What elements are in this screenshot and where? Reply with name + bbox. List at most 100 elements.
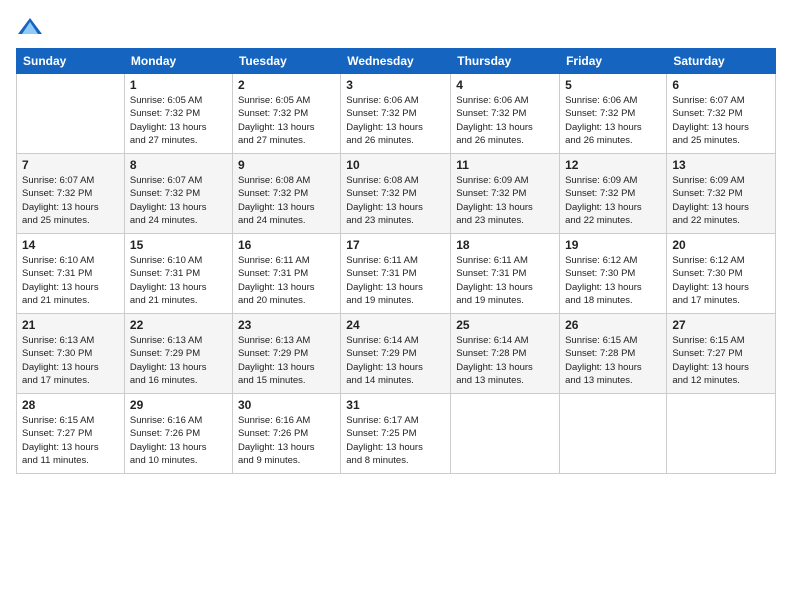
calendar-cell (451, 394, 560, 474)
day-info: Sunrise: 6:07 AM Sunset: 7:32 PM Dayligh… (22, 174, 119, 227)
day-info: Sunrise: 6:07 AM Sunset: 7:32 PM Dayligh… (130, 174, 227, 227)
calendar-cell: 2 Sunrise: 6:05 AM Sunset: 7:32 PM Daylig… (232, 74, 340, 154)
calendar-cell: 26 Sunrise: 6:15 AM Sunset: 7:28 PM Dayli… (560, 314, 667, 394)
logo (16, 16, 48, 38)
calendar-cell: 12 Sunrise: 6:09 AM Sunset: 7:32 PM Dayli… (560, 154, 667, 234)
page-container: SundayMondayTuesdayWednesdayThursdayFrid… (0, 0, 792, 482)
day-info: Sunrise: 6:08 AM Sunset: 7:32 PM Dayligh… (346, 174, 445, 227)
day-info: Sunrise: 6:15 AM Sunset: 7:28 PM Dayligh… (565, 334, 661, 387)
day-info: Sunrise: 6:09 AM Sunset: 7:32 PM Dayligh… (565, 174, 661, 227)
day-info: Sunrise: 6:09 AM Sunset: 7:32 PM Dayligh… (672, 174, 770, 227)
day-number: 8 (130, 158, 227, 172)
calendar-table: SundayMondayTuesdayWednesdayThursdayFrid… (16, 48, 776, 474)
calendar-cell: 31Sunrise: 6:17 AM Sunset: 7:25 PM Dayli… (341, 394, 451, 474)
day-number: 5 (565, 78, 661, 92)
calendar-cell: 7 Sunrise: 6:07 AM Sunset: 7:32 PM Daylig… (17, 154, 125, 234)
day-number: 3 (346, 78, 445, 92)
day-number: 18 (456, 238, 554, 252)
calendar-cell: 25 Sunrise: 6:14 AM Sunset: 7:28 PM Dayli… (451, 314, 560, 394)
day-number: 4 (456, 78, 554, 92)
calendar-week-4: 21 Sunrise: 6:13 AM Sunset: 7:30 PM Dayli… (17, 314, 776, 394)
day-number: 24 (346, 318, 445, 332)
weekday-header-saturday: Saturday (667, 49, 776, 74)
day-info: Sunrise: 6:14 AM Sunset: 7:28 PM Dayligh… (456, 334, 554, 387)
day-number: 23 (238, 318, 335, 332)
day-info: Sunrise: 6:08 AM Sunset: 7:32 PM Dayligh… (238, 174, 335, 227)
calendar-body: 1 Sunrise: 6:05 AM Sunset: 7:32 PM Daylig… (17, 74, 776, 474)
calendar-cell: 30Sunrise: 6:16 AM Sunset: 7:26 PM Dayli… (232, 394, 340, 474)
day-info: Sunrise: 6:10 AM Sunset: 7:31 PM Dayligh… (22, 254, 119, 307)
day-info: Sunrise: 6:05 AM Sunset: 7:32 PM Dayligh… (238, 94, 335, 147)
day-number: 21 (22, 318, 119, 332)
calendar-cell (560, 394, 667, 474)
day-info: Sunrise: 6:06 AM Sunset: 7:32 PM Dayligh… (565, 94, 661, 147)
calendar-cell: 4 Sunrise: 6:06 AM Sunset: 7:32 PM Daylig… (451, 74, 560, 154)
day-number: 10 (346, 158, 445, 172)
day-info: Sunrise: 6:13 AM Sunset: 7:29 PM Dayligh… (238, 334, 335, 387)
calendar-cell: 22 Sunrise: 6:13 AM Sunset: 7:29 PM Dayli… (124, 314, 232, 394)
day-number: 30 (238, 398, 335, 412)
day-info: Sunrise: 6:06 AM Sunset: 7:32 PM Dayligh… (346, 94, 445, 147)
day-number: 19 (565, 238, 661, 252)
day-number: 16 (238, 238, 335, 252)
day-number: 7 (22, 158, 119, 172)
day-number: 29 (130, 398, 227, 412)
calendar-cell: 8 Sunrise: 6:07 AM Sunset: 7:32 PM Daylig… (124, 154, 232, 234)
day-info: Sunrise: 6:16 AM Sunset: 7:26 PM Dayligh… (130, 414, 227, 467)
day-number: 14 (22, 238, 119, 252)
day-number: 25 (456, 318, 554, 332)
day-info: Sunrise: 6:13 AM Sunset: 7:30 PM Dayligh… (22, 334, 119, 387)
day-info: Sunrise: 6:13 AM Sunset: 7:29 PM Dayligh… (130, 334, 227, 387)
weekday-header-wednesday: Wednesday (341, 49, 451, 74)
day-info: Sunrise: 6:10 AM Sunset: 7:31 PM Dayligh… (130, 254, 227, 307)
calendar-cell: 24 Sunrise: 6:14 AM Sunset: 7:29 PM Dayli… (341, 314, 451, 394)
calendar-cell: 23 Sunrise: 6:13 AM Sunset: 7:29 PM Dayli… (232, 314, 340, 394)
calendar-cell: 20Sunrise: 6:12 AM Sunset: 7:30 PM Dayli… (667, 234, 776, 314)
calendar-cell: 16 Sunrise: 6:11 AM Sunset: 7:31 PM Dayli… (232, 234, 340, 314)
day-info: Sunrise: 6:11 AM Sunset: 7:31 PM Dayligh… (238, 254, 335, 307)
day-info: Sunrise: 6:12 AM Sunset: 7:30 PM Dayligh… (565, 254, 661, 307)
day-number: 26 (565, 318, 661, 332)
day-info: Sunrise: 6:17 AM Sunset: 7:25 PM Dayligh… (346, 414, 445, 467)
day-number: 11 (456, 158, 554, 172)
calendar-cell: 14 Sunrise: 6:10 AM Sunset: 7:31 PM Dayli… (17, 234, 125, 314)
day-number: 17 (346, 238, 445, 252)
calendar-cell: 27 Sunrise: 6:15 AM Sunset: 7:27 PM Dayli… (667, 314, 776, 394)
weekday-header-monday: Monday (124, 49, 232, 74)
calendar-cell: 17Sunrise: 6:11 AM Sunset: 7:31 PM Dayli… (341, 234, 451, 314)
day-number: 1 (130, 78, 227, 92)
calendar-cell: 1Sunrise: 6:05 AM Sunset: 7:32 PM Daylig… (124, 74, 232, 154)
weekday-header-tuesday: Tuesday (232, 49, 340, 74)
calendar-week-2: 7 Sunrise: 6:07 AM Sunset: 7:32 PM Daylig… (17, 154, 776, 234)
day-info: Sunrise: 6:15 AM Sunset: 7:27 PM Dayligh… (22, 414, 119, 467)
calendar-week-3: 14 Sunrise: 6:10 AM Sunset: 7:31 PM Dayli… (17, 234, 776, 314)
day-number: 15 (130, 238, 227, 252)
day-info: Sunrise: 6:11 AM Sunset: 7:31 PM Dayligh… (456, 254, 554, 307)
calendar-cell: 18 Sunrise: 6:11 AM Sunset: 7:31 PM Dayli… (451, 234, 560, 314)
weekday-header-friday: Friday (560, 49, 667, 74)
calendar-cell (17, 74, 125, 154)
calendar-week-5: 28Sunrise: 6:15 AM Sunset: 7:27 PM Dayli… (17, 394, 776, 474)
day-info: Sunrise: 6:14 AM Sunset: 7:29 PM Dayligh… (346, 334, 445, 387)
header (16, 16, 776, 38)
day-info: Sunrise: 6:07 AM Sunset: 7:32 PM Dayligh… (672, 94, 770, 147)
day-number: 2 (238, 78, 335, 92)
calendar-header: SundayMondayTuesdayWednesdayThursdayFrid… (17, 49, 776, 74)
calendar-cell: 10 Sunrise: 6:08 AM Sunset: 7:32 PM Dayli… (341, 154, 451, 234)
logo-icon (16, 16, 44, 38)
calendar-cell: 11 Sunrise: 6:09 AM Sunset: 7:32 PM Dayli… (451, 154, 560, 234)
day-number: 13 (672, 158, 770, 172)
day-number: 9 (238, 158, 335, 172)
calendar-cell: 13 Sunrise: 6:09 AM Sunset: 7:32 PM Dayli… (667, 154, 776, 234)
day-number: 27 (672, 318, 770, 332)
day-number: 12 (565, 158, 661, 172)
day-info: Sunrise: 6:06 AM Sunset: 7:32 PM Dayligh… (456, 94, 554, 147)
weekday-header-thursday: Thursday (451, 49, 560, 74)
calendar-cell: 9 Sunrise: 6:08 AM Sunset: 7:32 PM Daylig… (232, 154, 340, 234)
day-number: 22 (130, 318, 227, 332)
day-info: Sunrise: 6:15 AM Sunset: 7:27 PM Dayligh… (672, 334, 770, 387)
day-info: Sunrise: 6:09 AM Sunset: 7:32 PM Dayligh… (456, 174, 554, 227)
calendar-cell (667, 394, 776, 474)
calendar-cell: 6 Sunrise: 6:07 AM Sunset: 7:32 PM Daylig… (667, 74, 776, 154)
day-number: 6 (672, 78, 770, 92)
